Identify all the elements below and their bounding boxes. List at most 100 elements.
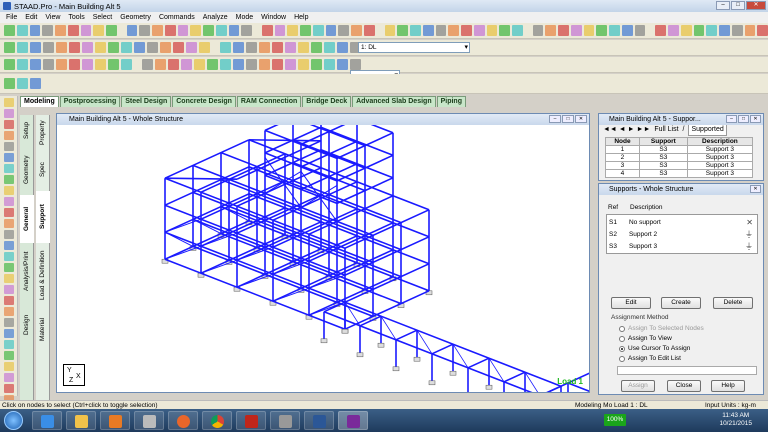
toolbar-icon-tb4-2[interactable] — [30, 78, 41, 89]
left-tool-icon-6[interactable] — [3, 164, 14, 173]
panel-close-button[interactable]: ✕ — [750, 115, 761, 123]
menu-window[interactable]: Window — [257, 14, 290, 21]
toolbar-icon-tb2-21[interactable] — [272, 42, 283, 53]
radio-assign-to-edit-list[interactable]: Assign To Edit List — [619, 355, 681, 362]
table-row[interactable]: 1 S3 Support 3 — [605, 145, 754, 154]
toolbar-icon-tb1-19[interactable] — [241, 25, 253, 36]
toolbar-icon-tb3-2[interactable] — [30, 59, 41, 70]
toolbar-icon-tb1-24[interactable] — [300, 25, 311, 36]
toolbar-icon-tb3-19[interactable] — [246, 59, 257, 70]
toolbar-icon-tb3-0[interactable] — [4, 59, 15, 70]
toolbar-icon-tb2-20[interactable] — [259, 42, 270, 53]
structure-view-window[interactable]: Main Building Alt 5 - Whole Structure – □… — [56, 113, 590, 393]
table-row[interactable]: 3 S3 Support 3 — [605, 161, 754, 170]
left-tool-icon-19[interactable] — [3, 307, 14, 316]
support-list-item[interactable]: S2 Support 2 ⏚ — [609, 230, 755, 240]
nav-arrows-icon[interactable]: ◄◄ ◄ ► ►► — [603, 125, 650, 135]
load-case-combo[interactable]: 1: DL — [358, 42, 470, 53]
toolbar-icon-tb2-4[interactable] — [56, 42, 67, 53]
toolbar-icon-tb1-55[interactable] — [680, 25, 692, 36]
edit-button[interactable]: Edit — [611, 297, 651, 309]
toolbar-icon-tb2-12[interactable] — [160, 42, 171, 53]
menu-edit[interactable]: Edit — [21, 14, 41, 21]
toolbar-icon-tb1-7[interactable] — [93, 25, 104, 36]
left-tool-icon-9[interactable] — [3, 197, 14, 206]
side-tab-geometry[interactable]: Geometry — [20, 147, 34, 192]
left-tool-icon-7[interactable] — [3, 175, 14, 184]
toolbar-icon-tb2-10[interactable] — [134, 42, 145, 53]
toolbar-icon-tb1-37[interactable] — [461, 25, 472, 36]
taskbar-ie[interactable] — [32, 411, 62, 430]
toolbar-icon-tb1-29[interactable] — [363, 25, 375, 36]
toolbar-icon-tb1-14[interactable] — [177, 25, 189, 36]
taskbar-staad[interactable] — [338, 411, 368, 430]
toolbar-icon-tb1-48[interactable] — [596, 25, 608, 36]
toolbar-icon-tb2-22[interactable] — [285, 42, 296, 53]
toolbar-icon-tb2-15[interactable] — [199, 42, 210, 53]
toolbar-icon-tb2-2[interactable] — [30, 42, 41, 53]
menu-analyze[interactable]: Analyze — [199, 14, 232, 21]
table-row[interactable]: 2 S3 Support 3 — [605, 153, 754, 162]
panel-maximize-button[interactable]: □ — [738, 115, 749, 123]
toolbar-icon-tb3-3[interactable] — [43, 59, 54, 70]
left-tool-icon-26[interactable] — [3, 384, 14, 393]
col-header-node[interactable]: Node — [605, 137, 640, 146]
toolbar-icon-tb1-54[interactable] — [668, 25, 679, 36]
side-tab-material[interactable]: Material — [36, 307, 50, 351]
toolbar-icon-tb1-5[interactable] — [67, 25, 79, 36]
toolbar-icon-tb1-35[interactable] — [435, 25, 447, 36]
left-tool-icon-5[interactable] — [3, 153, 14, 162]
left-tool-icon-10[interactable] — [3, 208, 14, 217]
toolbar-icon-tb2-23[interactable] — [298, 42, 309, 53]
toolbar-icon-tb1-59[interactable] — [731, 25, 743, 36]
radio-use-cursor-to-assign[interactable]: Use Cursor To Assign — [619, 345, 690, 352]
tab-bridge-deck[interactable]: Bridge Deck — [302, 96, 352, 107]
toolbar-icon-tb1-51[interactable] — [634, 25, 646, 36]
toolbar-icon-tb1-49[interactable] — [609, 25, 620, 36]
toolbar-icon-tb1-40[interactable] — [499, 25, 511, 36]
left-tool-icon-14[interactable] — [3, 252, 14, 261]
toolbar-icon-tb3-20[interactable] — [259, 59, 270, 70]
toolbar-icon-tb1-43[interactable] — [532, 25, 544, 36]
toolbar-icon-tb3-12[interactable] — [155, 59, 166, 70]
toolbar-icon-tb1-4[interactable] — [55, 25, 66, 36]
close-button[interactable]: ✕ — [746, 1, 766, 10]
toolbar-icon-tb1-18[interactable] — [228, 25, 240, 36]
left-tool-icon-20[interactable] — [3, 318, 14, 327]
toolbar-icon-tb1-34[interactable] — [422, 25, 434, 36]
left-tool-icon-3[interactable] — [3, 131, 14, 140]
toolbar-icon-tb1-46[interactable] — [570, 25, 582, 36]
left-tool-icon-0[interactable] — [3, 98, 14, 107]
left-tool-icon-2[interactable] — [3, 120, 14, 129]
toolbar-icon-tb1-58[interactable] — [719, 25, 730, 36]
toolbar-icon-tb3-11[interactable] — [142, 59, 153, 70]
side-tab-load-definition[interactable]: Load & Definition — [36, 245, 50, 305]
menu-tools[interactable]: Tools — [64, 14, 88, 21]
left-tool-icon-25[interactable] — [3, 373, 14, 382]
panel-close-btn[interactable]: Close — [667, 380, 701, 392]
radio-assign-to-view[interactable]: Assign To View — [619, 335, 672, 342]
minimize-button[interactable]: – — [716, 1, 730, 10]
view-close-button[interactable]: ✕ — [575, 115, 587, 123]
tab-ram-connection[interactable]: RAM Connection — [236, 96, 302, 107]
left-tool-icon-12[interactable] — [3, 230, 14, 239]
delete-button[interactable]: Delete — [713, 297, 753, 309]
col-header-support[interactable]: Support — [638, 137, 688, 146]
tab-steel-design[interactable]: Steel Design — [121, 96, 172, 107]
toolbar-icon-tb1-44[interactable] — [545, 25, 557, 36]
support-list-item[interactable]: S1 No support ✕ — [609, 218, 755, 228]
left-tool-icon-22[interactable] — [3, 340, 14, 349]
taskbar-media[interactable] — [100, 411, 130, 430]
menu-commands[interactable]: Commands — [155, 14, 199, 21]
toolbar-icon-tb2-9[interactable] — [121, 42, 132, 53]
toolbar-icon-tb1-17[interactable] — [215, 25, 227, 36]
left-tool-icon-24[interactable] — [3, 362, 14, 371]
side-tab-setup[interactable]: Setup — [20, 117, 34, 145]
toolbar-icon-tb1-28[interactable] — [351, 25, 362, 36]
left-tool-icon-8[interactable] — [3, 186, 14, 195]
start-button[interactable] — [4, 411, 23, 430]
supports-list[interactable]: S1 No support ✕ S2 Support 2 ⏚ S3 Support 3 ⏚ — [606, 214, 758, 254]
toolbar-icon-tb1-6[interactable] — [80, 25, 92, 36]
taskbar-word[interactable] — [304, 411, 334, 430]
toolbar-icon-tb3-7[interactable] — [95, 59, 106, 70]
